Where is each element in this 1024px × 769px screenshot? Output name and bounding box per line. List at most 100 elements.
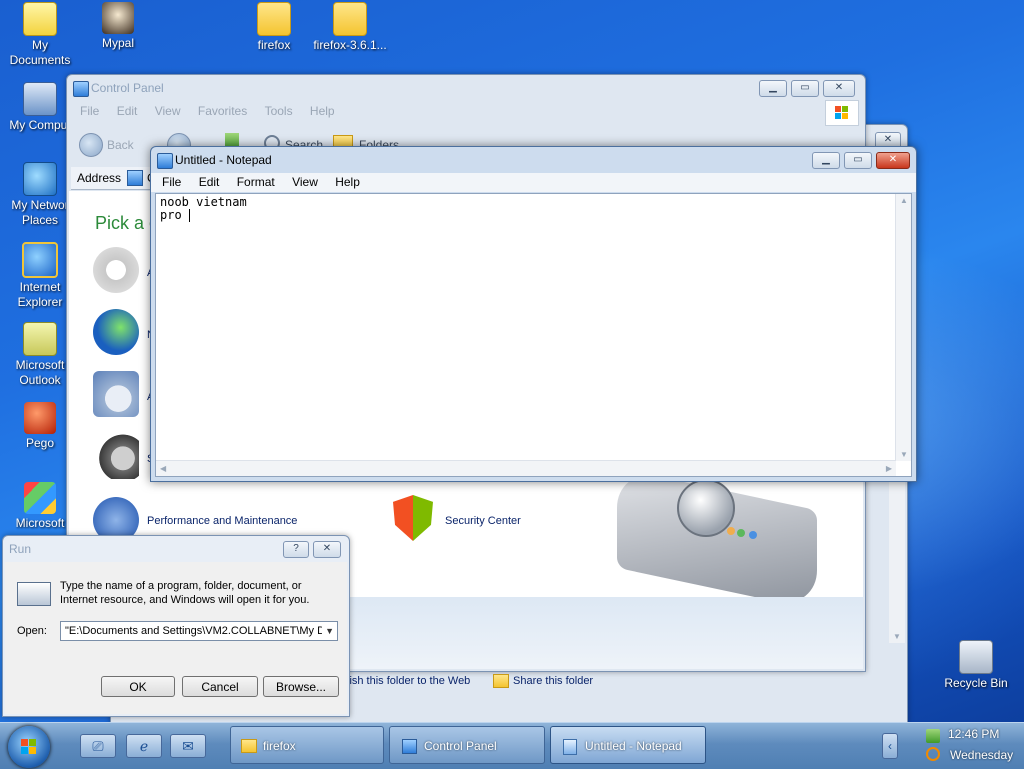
notepad-maximize-button[interactable]: ▭ <box>844 152 872 169</box>
control-panel-titlebar[interactable]: Control Panel ▁ ▭ ✕ <box>67 75 865 101</box>
run-help-button[interactable]: ? <box>283 541 309 558</box>
chevron-down-icon[interactable]: ▼ <box>322 622 334 640</box>
clock-day[interactable]: Wednesday <box>950 748 1013 762</box>
notepad-titlebar[interactable]: Untitled - Notepad ▁ ▭ ✕ <box>151 147 916 173</box>
cp-menu-file[interactable]: File <box>73 102 106 120</box>
notepad-vertical-scrollbar[interactable]: ▲ ▼ <box>895 194 911 461</box>
folder-icon <box>241 739 257 753</box>
pego-icon <box>24 402 56 434</box>
cp-menu-favorites[interactable]: Favorites <box>191 102 254 120</box>
desktop-icon-label: Mypal <box>101 36 134 50</box>
notepad-menu-format[interactable]: Format <box>230 173 282 191</box>
run-browse-button[interactable]: Browse... <box>263 676 339 697</box>
desktop-icon-firefox-installer-folder[interactable]: firefox-3.6.1... <box>310 2 390 53</box>
notepad-menu-view[interactable]: View <box>285 173 325 191</box>
sounds-icon[interactable] <box>93 433 139 479</box>
desktop-icon-label: firefox <box>257 38 291 52</box>
network-icon <box>23 162 57 196</box>
share-folder-icon <box>493 674 509 688</box>
run-dialog: Run ? ✕ Type the name of a program, fold… <box>2 535 350 717</box>
scroll-left-arrow-icon: ◀ <box>160 464 167 473</box>
folder-icon <box>333 2 367 36</box>
desktop-icon-my-documents[interactable]: My Documents <box>0 2 80 68</box>
taskbar-item-firefox[interactable]: firefox <box>230 726 384 764</box>
notepad-menu-edit[interactable]: Edit <box>192 173 227 191</box>
control-panel-icon <box>127 170 143 186</box>
control-panel-title: Control Panel <box>91 81 164 95</box>
control-panel-maximize-button[interactable]: ▭ <box>791 80 819 97</box>
control-panel-menubar: File Edit View Favorites Tools Help <box>67 100 865 126</box>
back-button-label[interactable]: Back <box>107 138 134 152</box>
control-panel-close-button[interactable]: ✕ <box>823 80 855 97</box>
taskbar-item-control-panel[interactable]: Control Panel <box>389 726 545 764</box>
scroll-down-arrow-icon: ▼ <box>893 632 901 641</box>
run-open-label: Open: <box>17 625 47 637</box>
desktop-icon-recycle-bin[interactable]: Recycle Bin <box>936 640 1016 691</box>
address-label: Address <box>77 171 122 185</box>
notepad-window: Untitled - Notepad ▁ ▭ ✕ File Edit Forma… <box>150 146 917 482</box>
category-performance[interactable]: Performance and Maintenance <box>147 515 297 527</box>
run-cancel-button[interactable]: Cancel <box>182 676 258 697</box>
notepad-close-button[interactable]: ✕ <box>876 152 910 169</box>
tray-expand-button[interactable]: ‹ <box>882 733 898 759</box>
recycle-bin-icon <box>959 640 993 674</box>
cp-menu-help[interactable]: Help <box>303 102 342 120</box>
outlook-icon <box>23 322 57 356</box>
task-share-folder[interactable]: Share this folder <box>513 675 593 687</box>
control-panel-minimize-button[interactable]: ▁ <box>759 80 787 97</box>
quicklaunch-outlook[interactable]: ✉ <box>170 734 206 758</box>
notepad-line-2: pro <box>160 208 189 222</box>
computer-icon <box>23 82 57 116</box>
quicklaunch-internet-explorer[interactable]: ℯ <box>126 734 162 758</box>
search-tray-icon[interactable] <box>926 747 940 761</box>
notepad-horizontal-scrollbar[interactable]: ◀ ▶ <box>156 460 896 476</box>
category-heading: Pick a c <box>95 213 159 233</box>
run-ok-button[interactable]: OK <box>101 676 175 697</box>
run-description-line-2: Internet resource, and Windows will open… <box>60 594 310 606</box>
run-description: Type the name of a program, folder, docu… <box>60 579 309 607</box>
ie-icon: ℯ <box>139 738 149 754</box>
desktop-icon-mypal[interactable]: Mypal <box>78 2 158 51</box>
cp-menu-view[interactable]: View <box>148 102 188 120</box>
desktop-icon-firefox-folder[interactable]: firefox <box>234 2 314 53</box>
notepad-menubar: File Edit Format View Help <box>151 173 916 192</box>
cp-menu-edit[interactable]: Edit <box>110 102 145 120</box>
mail-icon: ✉ <box>182 738 194 754</box>
scroll-up-arrow-icon: ▲ <box>900 196 908 205</box>
network-tray-icon[interactable] <box>926 729 940 743</box>
notepad-text-area[interactable]: noob vietnam pro ▲ ▼ ◀ ▶ <box>155 193 912 477</box>
run-close-button[interactable]: ✕ <box>313 541 341 558</box>
dial-knob-icon <box>677 479 735 537</box>
network-connections-icon[interactable] <box>93 309 139 355</box>
address-bar[interactable]: Address C <box>71 167 156 190</box>
text-caret <box>188 209 190 222</box>
clock-time[interactable]: 12:46 PM <box>948 727 999 741</box>
notepad-minimize-button[interactable]: ▁ <box>812 152 840 169</box>
run-open-combobox[interactable]: "E:\Documents and Settings\VM2.COLLABNET… <box>60 621 338 641</box>
cp-menu-tools[interactable]: Tools <box>258 102 300 120</box>
run-dialog-titlebar[interactable]: Run ? ✕ <box>3 536 349 562</box>
run-description-line-1: Type the name of a program, folder, docu… <box>60 580 302 592</box>
notepad-menu-help[interactable]: Help <box>328 173 367 191</box>
show-desktop-icon: ⎚ <box>92 738 104 754</box>
windows-logo-icon <box>825 100 859 126</box>
task-publish-folder[interactable]: lish this folder to the Web <box>347 675 470 687</box>
start-button[interactable] <box>8 726 50 768</box>
quicklaunch-show-desktop[interactable]: ⎚ <box>80 734 116 758</box>
scroll-right-arrow-icon: ▶ <box>885 464 892 473</box>
control-panel-icon <box>402 739 417 754</box>
notepad-icon <box>563 739 577 755</box>
security-shield-icon[interactable] <box>393 495 433 541</box>
taskbar-item-notepad[interactable]: Untitled - Notepad <box>550 726 706 764</box>
run-open-value: "E:\Documents and Settings\VM2.COLLABNET… <box>65 625 331 637</box>
back-arrow-icon[interactable] <box>79 133 103 157</box>
appearance-icon[interactable] <box>93 247 139 293</box>
taskbar: ⎚ ℯ ✉ firefox Control Panel Untitled - N… <box>0 722 1024 769</box>
category-security-center[interactable]: Security Center <box>445 515 521 527</box>
notepad-menu-file[interactable]: File <box>155 173 188 191</box>
microsoft-icon <box>24 482 56 514</box>
add-remove-programs-icon[interactable] <box>93 371 139 417</box>
ie-icon <box>22 242 58 278</box>
desktop-icon-label: Recycle Bin <box>944 676 1008 690</box>
notepad-line-1: noob vietnam <box>160 195 247 209</box>
